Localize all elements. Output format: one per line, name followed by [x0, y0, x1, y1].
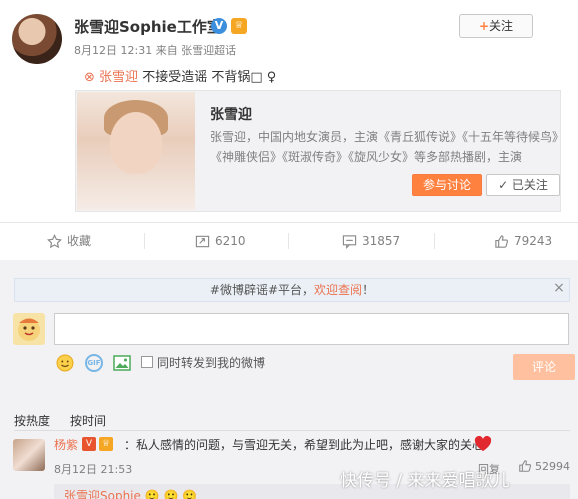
rumor-notice: #微博辟谣#平台，欢迎查阅！ — [14, 278, 570, 302]
repost-action[interactable]: 6210 — [195, 231, 246, 251]
commenter-crown-icon: ♕ — [99, 437, 113, 451]
like-count: 79243 — [514, 234, 553, 248]
follow-button[interactable]: +关注 — [459, 14, 533, 38]
reply-emojis: 🙂 🙂 🙂 — [144, 489, 198, 499]
reply-author-name: 张雪迎Sophie — [64, 489, 141, 499]
emoji-icon[interactable] — [56, 354, 74, 372]
gif-icon[interactable]: GIF — [85, 354, 103, 372]
repost-icon — [195, 235, 210, 247]
card-description: 张雪迎，中国内地女演员，主演《青丘狐传说》《十五年等待候鸟》《神雕侠侣》《斑淑传… — [210, 130, 559, 164]
comment-time: 8月12日 21:53 — [54, 463, 133, 476]
repost-checkbox[interactable] — [141, 356, 153, 368]
post-text: ⊗ 张雪迎 不接受造谣 不背锅□ ♀ — [84, 66, 276, 85]
join-discussion-button[interactable]: 参与讨论 — [412, 174, 482, 196]
submit-comment-button[interactable]: 评论 — [513, 354, 575, 380]
thumbs-up-icon — [495, 234, 509, 248]
cartoon-avatar-icon — [18, 318, 40, 341]
my-avatar[interactable] — [13, 313, 45, 345]
post-meta: 8月12日 12:31 来自 张雪迎超话 — [74, 44, 237, 57]
post-body: 不接受造谣 不背锅□ ♀ — [138, 70, 277, 85]
action-separator — [434, 233, 435, 249]
card-title[interactable]: 张雪迎 — [210, 104, 252, 124]
image-icon[interactable] — [113, 354, 131, 372]
commenter-name[interactable]: 杨紫 — [54, 436, 78, 453]
comment-like-count: 52994 — [535, 459, 570, 473]
notice-link[interactable]: 欢迎查阅 — [314, 283, 362, 297]
topic-link[interactable]: 张雪迎 — [99, 70, 138, 85]
author-name[interactable]: 张雪迎Sophie工作室 — [74, 16, 222, 37]
topic-icon: ⊗ — [84, 70, 95, 85]
comment-text: ：私人感情的问题，与雪迎无关，希望到此为止吧，感谢大家的关心 — [124, 438, 485, 452]
plus-icon: + — [478, 19, 490, 33]
commenter-avatar[interactable] — [13, 439, 45, 471]
favorite-action[interactable]: 收藏 — [47, 231, 91, 251]
following-button[interactable]: ✓ 已关注 — [486, 174, 560, 196]
star-icon — [47, 233, 62, 248]
heart-icon — [474, 435, 492, 452]
comment-count: 31857 — [362, 234, 401, 248]
sort-divider — [14, 430, 570, 431]
comment-input[interactable] — [54, 313, 569, 345]
thumbs-up-icon — [519, 460, 532, 472]
notice-text: #微博辟谣#平台， — [209, 283, 315, 297]
comment-like-button[interactable]: 52994 — [518, 459, 570, 473]
action-separator — [288, 233, 289, 249]
comment-icon — [342, 234, 357, 249]
comment-action[interactable]: 31857 — [342, 231, 400, 251]
like-action[interactable]: 79243 — [494, 231, 552, 251]
commenter-verified-icon: V — [82, 437, 96, 451]
member-crown-icon: ♕ — [231, 18, 247, 34]
notice-suffix: ！ — [362, 283, 375, 297]
card-image-face — [110, 112, 162, 174]
action-divider — [0, 222, 578, 223]
repost-count: 6210 — [215, 234, 246, 248]
author-avatar[interactable] — [12, 14, 62, 64]
repost-checkbox-label[interactable]: 同时转发到我的微博 — [157, 354, 265, 371]
watermark: 快传号 / 来来爱唱歌儿 — [340, 471, 510, 491]
sort-by-time-tab[interactable]: 按时间 — [70, 412, 106, 429]
reply-author[interactable]: 张雪迎Sophie 🙂 🙂 🙂 — [64, 487, 197, 499]
action-separator — [144, 233, 145, 249]
follow-button-label: 关注 — [489, 19, 514, 33]
verified-badge-icon: V — [211, 18, 227, 34]
sort-by-hot-tab[interactable]: 按热度 — [14, 412, 50, 429]
favorite-label: 收藏 — [67, 234, 92, 248]
close-icon[interactable]: × — [552, 281, 566, 295]
